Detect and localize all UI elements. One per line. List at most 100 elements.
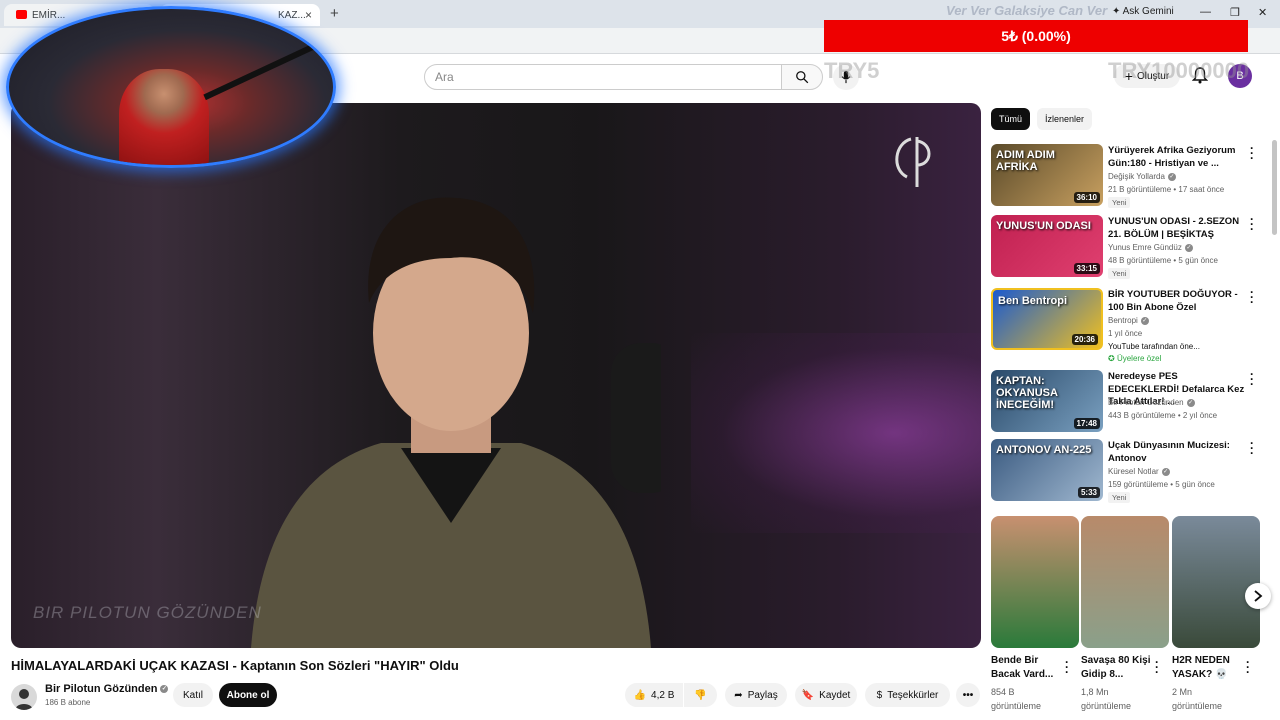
members-icon: ✪ [1108,354,1117,363]
verified-icon: ✓ [160,685,169,694]
mic-arm [203,43,315,101]
sidebar-scrollbar[interactable] [1272,140,1277,235]
subscribe-button[interactable]: Abone ol [219,683,277,707]
recommendation-item[interactable]: YUNUS'UN ODASI 33:15 YUNUS'UN ODASI - 2.SE… [991,213,1271,279]
like-count: 4,2 B [651,689,675,701]
recommendation-title[interactable]: BİR YOUTUBER DOĞUYOR - 100 Bin Abone Öze… [1108,289,1246,314]
video-duration: 36:10 [1073,192,1100,203]
more-vert-icon[interactable]: · · · [1250,142,1254,164]
short-views: 2 Mn görüntüleme [1172,687,1223,711]
members-label: Üyelere özel [1116,354,1162,363]
recommendation-channel[interactable]: Bir Pilotun Gözünden ✓ [1108,398,1195,407]
share-button[interactable]: ➦ Paylaş [725,683,787,707]
recommendation-title[interactable]: Uçak Dünyasının Mucizesi: Antonov [1108,440,1246,465]
thumbnail-caption: Ben Bentropi [998,295,1068,307]
thanks-dollar-icon: $ [876,689,883,701]
more-actions-button[interactable]: ••• [956,683,980,707]
recommendation-item[interactable]: ADIM ADIM AFRİKA 36:10 Yürüyerek Afrika Ge… [991,142,1271,208]
chip-watched[interactable]: İzlenenler [1037,108,1093,130]
minimize-button[interactable]: — [1200,6,1211,18]
recommendation-channel[interactable]: Bentropi ✓ [1108,316,1149,325]
verified-icon: ✓ [1167,172,1176,181]
recommendation-item[interactable]: ANTONOV AN-225 5:33 Uçak Dünyasının Mucize… [991,437,1271,503]
channel-name-text: Bir Pilotun Gözünden [45,683,158,695]
channel-avatar-icon [15,689,33,710]
thumbs-up-icon: 👍 [633,689,647,701]
thumbs-down-icon: 👎 [694,689,707,701]
video-player[interactable]: BIR PILOTUN GÖZÜNDEN [11,103,981,648]
short-thumbnail[interactable] [991,516,1079,648]
short-thumbnail[interactable] [1081,516,1169,648]
shorts-next-button[interactable] [1245,583,1271,609]
chip-all[interactable]: Tümü [991,108,1031,130]
youtube-favicon-icon [16,10,27,19]
share-label: Paylaş [747,689,778,701]
recommendation-item[interactable]: Ben Bentropi 20:36 BİR YOUTUBER DOĞUYOR - … [991,286,1271,363]
search-icon [796,71,809,84]
members-only-badge: ✪ Üyelere özel [1108,354,1161,363]
donation-goal-label: TRY10000000 [1108,58,1250,83]
close-window-button[interactable]: ✕ [1258,6,1267,19]
more-vert-icon[interactable]: · · · [1250,437,1254,459]
tab-label: EMİR... [32,9,66,21]
channel-name[interactable]: Bir Pilotun Gözünden ✓ [45,683,169,695]
more-vert-icon[interactable]: · · · [1250,368,1254,390]
stream-ticker-text: Ver Ver Galaksiye Can Ver [946,3,1108,18]
video-thumbnail[interactable]: YUNUS'UN ODASI 33:15 [991,215,1103,277]
more-vert-icon[interactable]: · · · [1155,656,1159,678]
channel-label: Yunus Emre Gündüz [1108,243,1182,252]
video-thumbnail[interactable]: Ben Bentropi 20:36 [991,288,1103,350]
video-thumbnail[interactable]: ANTONOV AN-225 5:33 [991,439,1103,501]
video-thumbnail[interactable]: KAPTAN: OKYANUSA İNECEĞİM! 17:48 [991,370,1103,432]
join-button[interactable]: Katıl [173,683,213,707]
search-input[interactable]: Ara [424,64,782,90]
join-label: Katıl [182,689,203,701]
more-vert-icon[interactable]: · · · [1250,286,1254,308]
more-vert-icon[interactable]: · · · [1246,656,1250,678]
recommendation-meta: 159 görüntüleme • 5 gün önce [1108,480,1215,489]
video-duration: 5:33 [1077,487,1100,498]
video-duration: 20:36 [1071,334,1098,345]
more-vert-icon[interactable]: · · · [1065,656,1069,678]
more-horizontal-icon: ••• [962,689,974,701]
ask-gemini-button[interactable]: ✦ Ask Gemini [1112,6,1174,17]
short-title[interactable]: Bende Bir Bacak Vard... [991,654,1061,682]
thumbnail-caption: YUNUS'UN ODASI [996,220,1091,232]
dislike-button[interactable]: 👎 [684,683,717,707]
verified-icon: ✓ [1186,398,1195,407]
like-button[interactable]: 👍 4,2 B [625,683,683,707]
donation-goal-bar: 5₺ (0.00%) [824,20,1248,52]
channel-label: Bir Pilotun Gözünden [1108,398,1184,407]
streamer-webcam [6,6,336,168]
channel-avatar[interactable] [11,684,37,710]
new-tab-button[interactable]: + [330,5,339,22]
video-title: HİMALAYALARDAKİ UÇAK KAZASI - Kaptanın S… [11,658,459,673]
maximize-button[interactable]: ❐ [1230,6,1240,19]
recommendation-meta: 1 yıl önce [1108,329,1143,338]
recommendation-channel[interactable]: Değişik Yollarda ✓ [1108,172,1176,181]
save-button[interactable]: 🔖 Kaydet [795,683,857,707]
ask-gemini-label: Ask Gemini [1122,6,1174,17]
recommendation-title[interactable]: Yürüyerek Afrika Geziyorum Gün:180 - Hri… [1108,145,1246,170]
short-thumbnail[interactable] [1172,516,1260,648]
short-title[interactable]: H2R NEDEN YASAK? 💀 [1172,654,1242,682]
background-light [691,333,981,533]
verified-icon: ✓ [1140,316,1149,325]
thumbnail-caption: KAPTAN: OKYANUSA İNECEĞİM! [996,375,1058,411]
short-title[interactable]: Savaşa 80 Kişi Gidip 8... [1081,654,1151,682]
chip-label: Tümü [999,114,1023,124]
search-placeholder: Ara [435,70,454,84]
recommendation-channel[interactable]: Küresel Notlar ✓ [1108,467,1170,476]
short-views: 854 B görüntüleme [991,687,1042,711]
tab-label: KAZ... [278,9,306,21]
search-button[interactable] [781,64,823,90]
thanks-button[interactable]: $ Teşekkürler [865,683,950,707]
video-thumbnail[interactable]: ADIM ADIM AFRİKA 36:10 [991,144,1103,206]
recommendation-channel[interactable]: Yunus Emre Gündüz ✓ [1108,243,1193,252]
recommendation-item[interactable]: KAPTAN: OKYANUSA İNECEĞİM! 17:48 Neredeyse… [991,368,1271,432]
share-arrow-icon: ➦ [734,689,743,701]
recommendation-title[interactable]: YUNUS'UN ODASI - 2.SEZON 21. BÖLÜM | BEŞ… [1108,216,1246,241]
more-vert-icon[interactable]: · · · [1250,213,1254,235]
close-tab-icon[interactable]: × [305,8,312,22]
channel-label: Bentropi [1108,316,1138,325]
